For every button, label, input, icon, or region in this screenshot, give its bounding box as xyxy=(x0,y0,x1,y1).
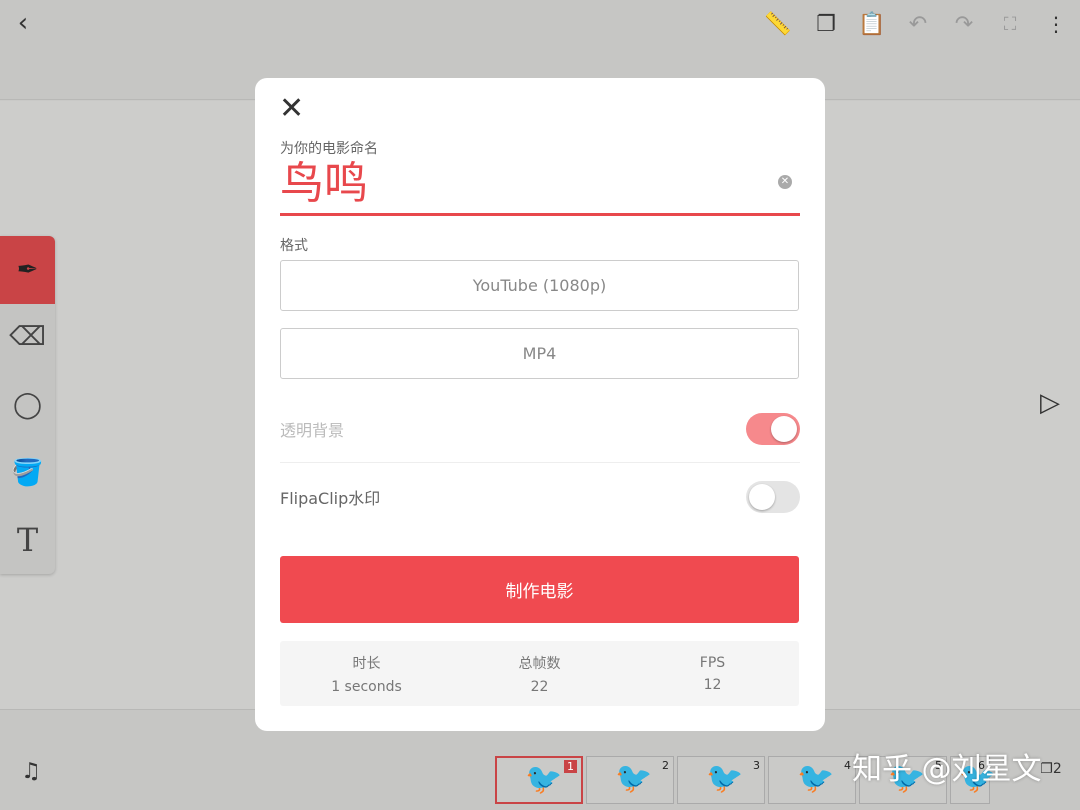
site-watermark: 知乎 @刘星文 xyxy=(852,752,1042,787)
transparent-bg-toggle[interactable] xyxy=(746,412,800,445)
movie-name-input[interactable]: 鸟鸣 ✕ xyxy=(280,156,800,216)
resolution-select[interactable]: YouTube (1080p) xyxy=(280,260,799,311)
stat-duration: 时长 1 seconds xyxy=(331,655,402,695)
stat-frames: 总帧数 22 xyxy=(518,655,561,695)
fill-tool[interactable]: 🪣 xyxy=(0,439,55,507)
fullscreen-icon[interactable]: ⛶ xyxy=(996,10,1024,38)
ruler-icon[interactable]: 📏 xyxy=(764,10,792,38)
fill-bucket-icon: 🪣 xyxy=(11,457,44,488)
music-icon[interactable]: ♫ xyxy=(18,758,44,784)
lasso-tool[interactable]: ◯ xyxy=(0,371,55,439)
back-icon[interactable]: ‹ xyxy=(10,8,36,38)
make-movie-dialog: ✕ 为你的电影命名 鸟鸣 ✕ 格式 YouTube (1080p) MP4 透明背… xyxy=(255,78,825,731)
close-icon[interactable]: ✕ xyxy=(279,94,304,124)
make-movie-button[interactable]: 制作电影 xyxy=(280,556,799,623)
watermark-toggle[interactable] xyxy=(746,481,800,513)
text-icon: T xyxy=(16,521,39,560)
eraser-icon: ⌫ xyxy=(9,322,46,353)
layers-icon: ❐ xyxy=(1040,761,1053,777)
redo-icon[interactable]: ↷ xyxy=(950,10,978,38)
bird-sketch-icon: 🐦 xyxy=(706,761,744,796)
bird-sketch-icon: 🐦 xyxy=(797,761,835,796)
transparent-bg-row: 透明背景 xyxy=(280,395,800,463)
more-icon[interactable]: ⋮ xyxy=(1044,10,1068,38)
frame-thumbnail[interactable]: 🐦 2 xyxy=(586,756,674,804)
watermark-label: FlipaClip水印 xyxy=(280,489,381,508)
name-label: 为你的电影命名 xyxy=(280,141,378,157)
eraser-tool[interactable]: ⌫ xyxy=(0,304,55,372)
frame-thumbnail[interactable]: 🐦 1 xyxy=(495,756,583,804)
undo-icon[interactable]: ↶ xyxy=(904,10,932,38)
bird-sketch-icon: 🐦 xyxy=(615,761,653,796)
paste-icon[interactable]: 📋 xyxy=(858,10,886,38)
clear-icon[interactable]: ✕ xyxy=(778,175,792,189)
transparent-bg-label: 透明背景 xyxy=(280,420,345,440)
frame-thumbnail[interactable]: 🐦 3 xyxy=(677,756,765,804)
pen-tool[interactable]: ✒ xyxy=(0,236,55,304)
text-tool[interactable]: T xyxy=(0,506,55,574)
stat-fps: FPS 12 xyxy=(699,654,726,693)
lasso-icon: ◯ xyxy=(12,389,43,420)
file-type-select[interactable]: MP4 xyxy=(280,328,799,379)
tool-panel: ✒ ⌫ ◯ 🪣 T xyxy=(0,236,55,574)
bird-sketch-icon: 🐦 xyxy=(525,762,563,797)
play-icon[interactable]: ▷ xyxy=(1034,387,1066,419)
watermark-row: FlipaClip水印 xyxy=(280,463,800,531)
copy-icon[interactable]: ❐ xyxy=(812,10,840,38)
pen-icon: ✒ xyxy=(16,254,39,285)
movie-stats: 时长 1 seconds 总帧数 22 FPS 12 xyxy=(280,641,799,706)
format-label: 格式 xyxy=(280,238,308,254)
frame-thumbnail[interactable]: 🐦 4 xyxy=(768,756,856,804)
